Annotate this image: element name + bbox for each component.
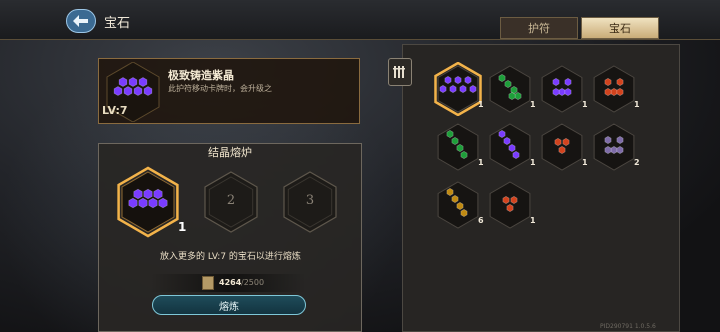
- slot-3-number: 3: [305, 193, 315, 208]
- scroll-icon: [202, 276, 214, 290]
- gem-count: 1: [530, 216, 536, 225]
- gem-slot[interactable]: [433, 62, 483, 116]
- cost-have: 4264: [219, 278, 242, 287]
- gem-count: 1: [582, 100, 588, 109]
- slot-2-number: 2: [226, 193, 236, 208]
- gem-level: LV:7: [102, 104, 128, 117]
- gem-count: 1: [478, 100, 484, 109]
- gem-count: 1: [634, 100, 640, 109]
- smelt-button[interactable]: 熔炼: [152, 295, 306, 315]
- gem-count: 6: [478, 216, 484, 225]
- page-title: 宝石: [104, 16, 131, 31]
- tab-amulet[interactable]: 护符: [500, 17, 578, 39]
- gem-count: 1: [530, 158, 536, 167]
- cost-need: /2500: [241, 278, 265, 287]
- gem-slot[interactable]: [433, 120, 483, 174]
- gem-slot[interactable]: [485, 62, 535, 116]
- gem-slot[interactable]: [485, 178, 535, 232]
- furnace-hint: 放入更多的 LV:7 的宝石以进行熔炼: [160, 252, 301, 262]
- tab-gem[interactable]: 宝石: [581, 17, 659, 39]
- gem-count: 1: [478, 158, 484, 167]
- back-arrow-icon: [73, 15, 88, 27]
- gem-name: 极致铸造紫晶: [168, 69, 234, 82]
- furnace-slot-1[interactable]: [115, 166, 181, 238]
- gem-count: 2: [634, 158, 640, 167]
- filter-button[interactable]: [388, 58, 412, 86]
- gem-slot[interactable]: [433, 178, 483, 232]
- build-id: PID290791 1.0.5.6: [600, 323, 656, 330]
- furnace-title: 结晶熔炉: [208, 146, 252, 159]
- gem-count: 1: [530, 100, 536, 109]
- gem-slot[interactable]: [485, 120, 535, 174]
- back-button[interactable]: [66, 9, 96, 33]
- gem-slot[interactable]: [537, 62, 587, 116]
- gem-slot[interactable]: [537, 120, 587, 174]
- gem-count: 1: [582, 158, 588, 167]
- slot-1-count: 1: [178, 220, 187, 234]
- gem-slot[interactable]: [589, 62, 639, 116]
- filter-icon: [393, 66, 405, 78]
- gem-description: 此护符移动卡牌时，会升级之: [168, 84, 272, 93]
- gem-slot[interactable]: [589, 120, 639, 174]
